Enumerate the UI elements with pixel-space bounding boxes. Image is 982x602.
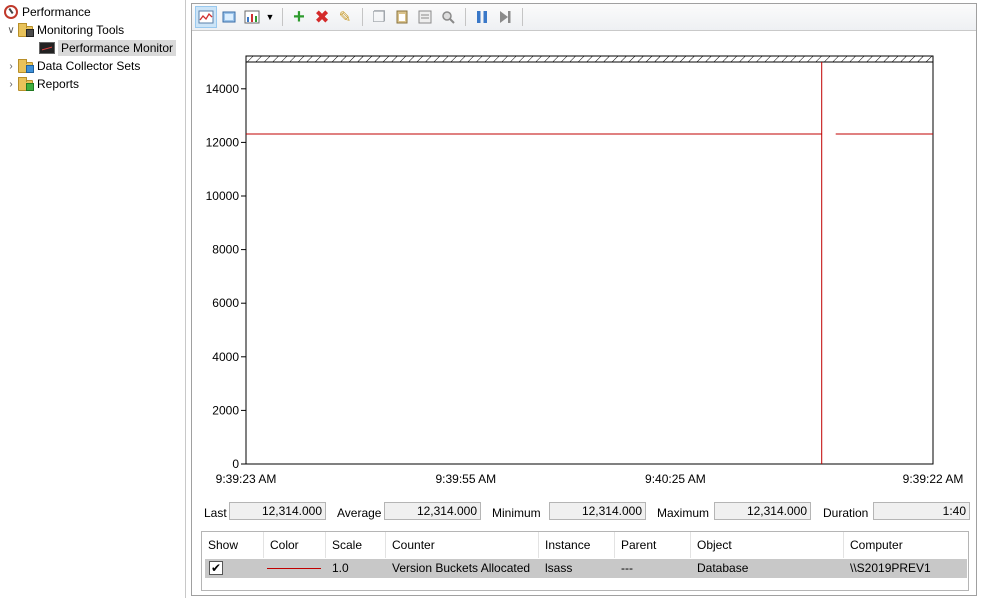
maximum-label: Maximum xyxy=(657,506,710,520)
column-header-parent[interactable]: Parent xyxy=(615,532,691,558)
y-tick-label: 10000 xyxy=(206,189,240,203)
column-header-show[interactable]: Show xyxy=(202,532,264,558)
tree-item-label: Monitoring Tools xyxy=(37,23,125,37)
change-graph-type-icon[interactable] xyxy=(241,6,263,28)
counter-row[interactable]: ✔ 1.0 Version Buckets Allocated lsass --… xyxy=(205,559,967,578)
y-tick-label: 12000 xyxy=(206,135,240,149)
tree-item-performance-monitor[interactable]: Performance Monitor xyxy=(39,39,177,57)
tree-item-reports[interactable]: › Reports xyxy=(4,75,79,93)
tree-item-label: Performance Monitor xyxy=(58,40,177,56)
chevron-right-icon[interactable]: › xyxy=(4,77,18,91)
chevron-right-icon[interactable]: › xyxy=(4,59,18,73)
plot-area xyxy=(245,55,934,465)
show-checkbox[interactable]: ✔ xyxy=(209,561,223,575)
column-header-instance[interactable]: Instance xyxy=(539,532,615,558)
paste-counter-list-icon[interactable] xyxy=(391,6,413,28)
y-tick-label: 6000 xyxy=(212,296,239,310)
x-tick-label: 9:39:23 AM xyxy=(216,472,277,486)
properties-icon[interactable] xyxy=(414,6,436,28)
freeze-icon[interactable] xyxy=(471,6,493,28)
counter-instance: lsass xyxy=(545,561,573,575)
freeze-display-icon[interactable] xyxy=(218,6,240,28)
view-graph-icon[interactable] xyxy=(195,6,217,28)
tree-item-monitoring-tools[interactable]: ∨ Monitoring Tools xyxy=(4,21,124,39)
duration-value: 1:40 xyxy=(873,502,970,520)
counter-computer: \\S2019PREV1 xyxy=(850,561,931,575)
highlight-icon[interactable]: ✎ xyxy=(334,6,356,28)
chevron-down-icon[interactable]: ∨ xyxy=(4,23,18,37)
counter-list: Show Color Scale Counter Instance Parent… xyxy=(201,531,969,591)
column-header-scale[interactable]: Scale xyxy=(326,532,386,558)
minimum-value: 12,314.000 xyxy=(549,502,646,520)
counter-color-swatch xyxy=(267,568,321,569)
y-tick-label: 8000 xyxy=(212,243,239,257)
dropdown-arrow-icon[interactable]: ▼ xyxy=(264,6,276,28)
x-tick-label: 9:39:55 AM xyxy=(435,472,496,486)
column-header-computer[interactable]: Computer xyxy=(844,532,968,558)
reports-folder-icon xyxy=(18,76,34,92)
tree-item-label: Performance xyxy=(22,5,91,19)
counter-object: Database xyxy=(697,561,749,575)
counter-parent: --- xyxy=(621,561,633,575)
column-header-color[interactable]: Color xyxy=(264,532,326,558)
tree-item-label: Data Collector Sets xyxy=(37,59,141,73)
average-value: 12,314.000 xyxy=(384,502,481,520)
x-tick-label: 9:40:25 AM xyxy=(645,472,706,486)
tree-item-performance[interactable]: Performance xyxy=(3,3,91,21)
statistics-bar: Last 12,314.000 Average 12,314.000 Minim… xyxy=(192,502,976,524)
monitoring-tools-folder-icon xyxy=(18,22,34,38)
toolbar-separator xyxy=(362,8,363,26)
counter-scale: 1.0 xyxy=(332,561,349,575)
delete-counter-icon[interactable]: ✖ xyxy=(311,6,333,28)
y-tick-label: 2000 xyxy=(212,403,239,417)
last-value: 12,314.000 xyxy=(229,502,326,520)
average-label: Average xyxy=(337,506,382,520)
counter-name: Version Buckets Allocated xyxy=(392,561,531,575)
toolbar-separator xyxy=(465,8,466,26)
tree-item-label: Reports xyxy=(37,77,80,91)
performance-graph[interactable]: 14000 12000 10000 8000 6000 4000 2000 0 9:39:23 … xyxy=(192,32,976,502)
performance-monitor-pane: ▼ + ✖ ✎ ❐ 14000 12000 10000 8000 6000 40… xyxy=(191,3,977,596)
maximum-value: 12,314.000 xyxy=(714,502,811,520)
performance-monitor-icon xyxy=(39,40,55,56)
tree-item-data-collector-sets[interactable]: › Data Collector Sets xyxy=(4,57,140,75)
x-tick-label: 9:39:22 AM xyxy=(903,472,964,486)
toolbar-separator xyxy=(282,8,283,26)
hatched-band xyxy=(245,55,934,63)
y-tick-label: 0 xyxy=(232,457,239,471)
y-tick-label: 14000 xyxy=(206,82,240,96)
toolbar-separator xyxy=(522,8,523,26)
performance-icon xyxy=(3,4,19,20)
column-header-counter[interactable]: Counter xyxy=(386,532,539,558)
column-header-object[interactable]: Object xyxy=(691,532,844,558)
navigation-tree: Performance ∨ Monitoring Tools Performan… xyxy=(0,0,186,598)
copy-properties-icon[interactable]: ❐ xyxy=(368,6,390,28)
toolbar: ▼ + ✖ ✎ ❐ xyxy=(192,4,976,31)
add-counter-icon[interactable]: + xyxy=(288,6,310,28)
update-data-icon[interactable] xyxy=(494,6,516,28)
minimum-label: Minimum xyxy=(492,506,541,520)
last-label: Last xyxy=(204,506,227,520)
y-tick-label: 4000 xyxy=(212,350,239,364)
zoom-icon[interactable] xyxy=(437,6,459,28)
duration-label: Duration xyxy=(823,506,869,520)
data-collector-sets-folder-icon xyxy=(18,58,34,74)
